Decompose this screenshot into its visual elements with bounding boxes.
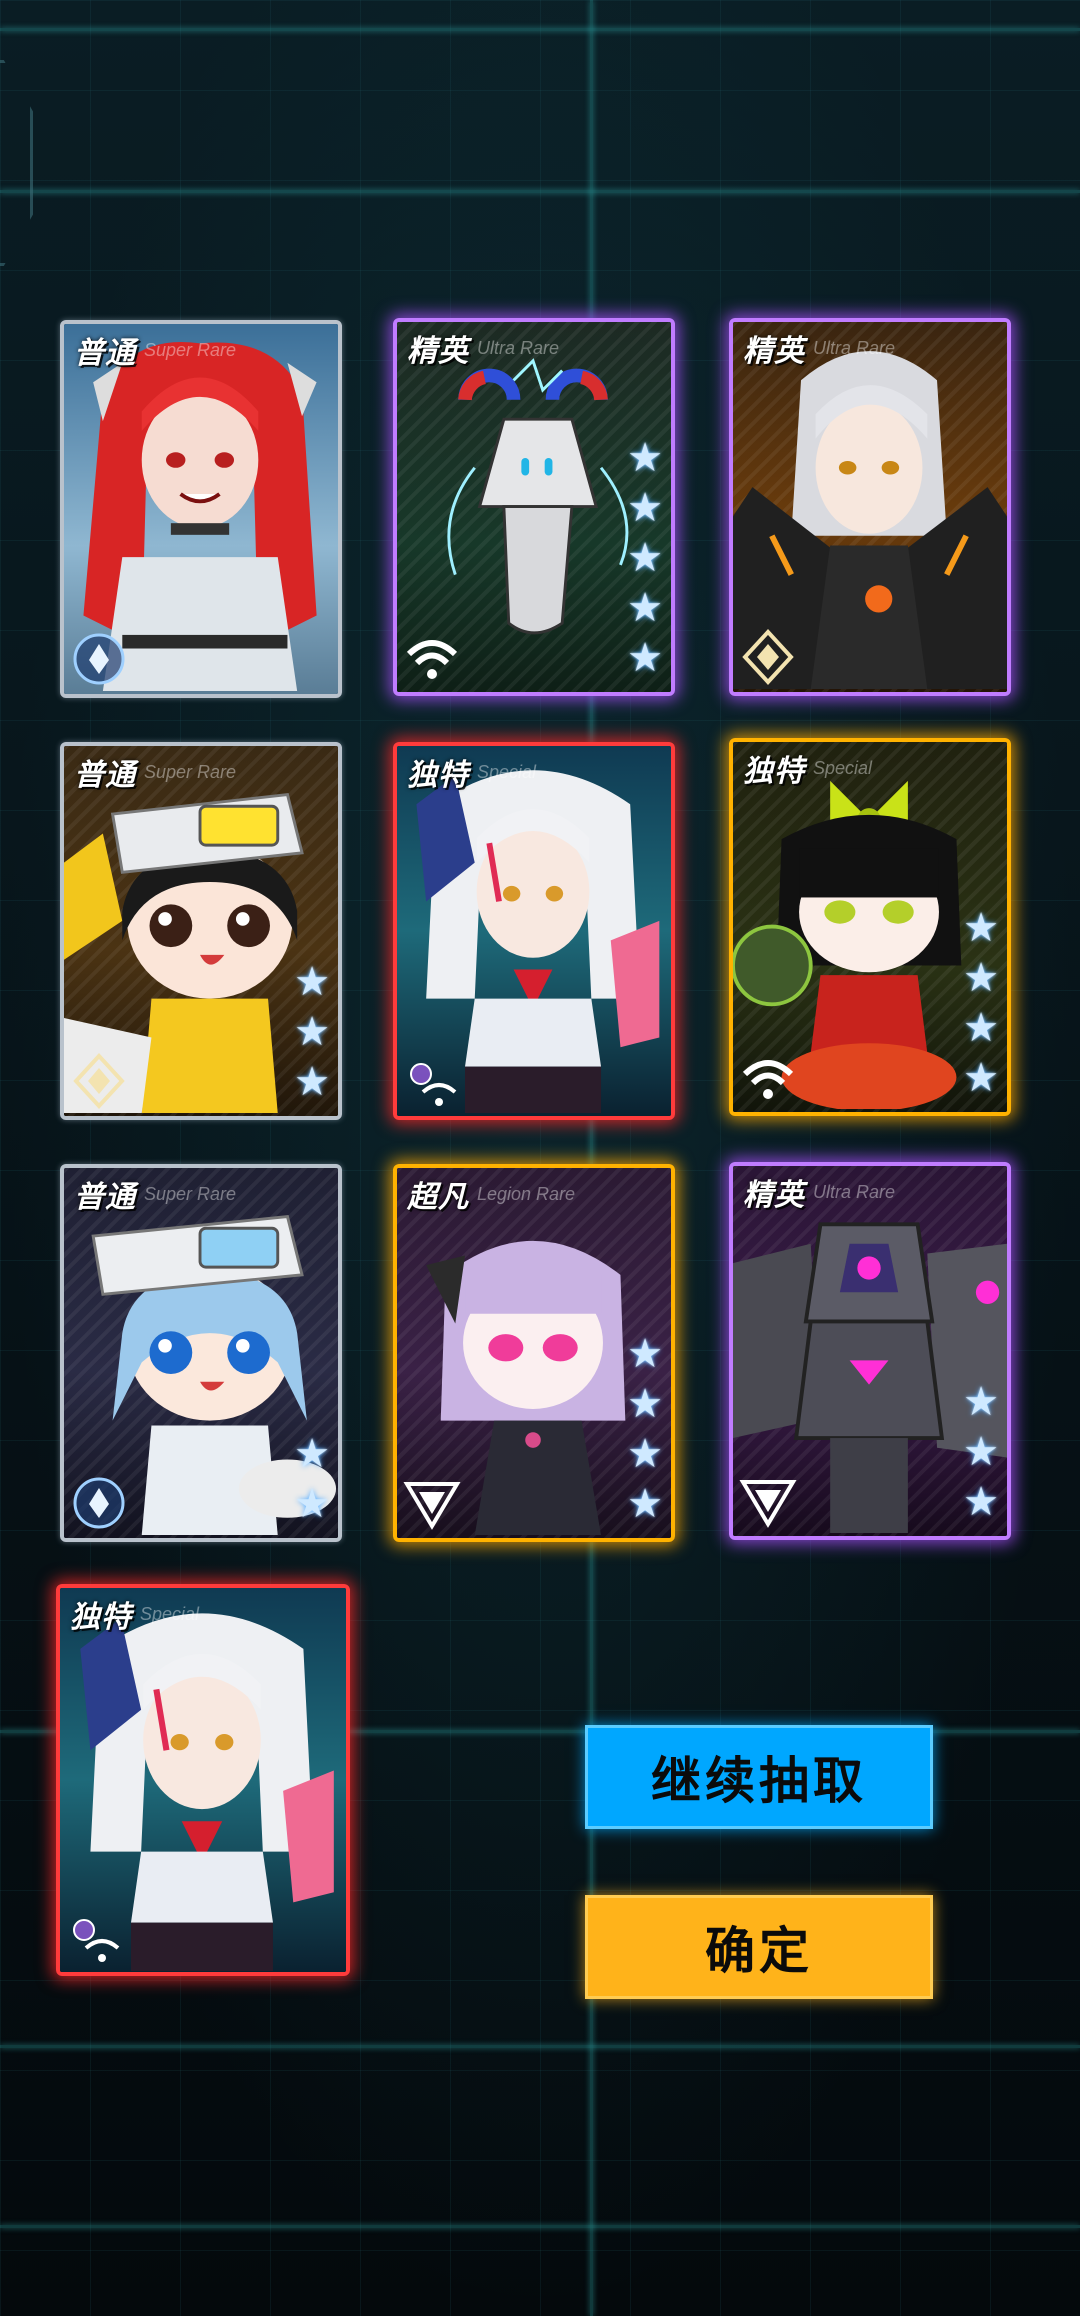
continue-draw-button[interactable]: 继续抽取 xyxy=(585,1725,933,1829)
signal-icon xyxy=(742,1060,794,1099)
star-icon: ★ xyxy=(963,1379,999,1425)
star-icon: ★ xyxy=(963,905,999,951)
star-icon: ★ xyxy=(627,1381,663,1427)
star-rating: ★ ★ xyxy=(294,1430,330,1528)
star-icon: ★ xyxy=(627,1331,663,1377)
rarity-subtitle: Super Rare xyxy=(144,762,237,782)
rarity-subtitle: Special xyxy=(140,1604,200,1624)
rarity-subtitle: Ultra Rare xyxy=(813,338,896,358)
grid-line xyxy=(0,28,1080,31)
rarity-subtitle: Ultra Rare xyxy=(813,1182,896,1202)
grid-line xyxy=(0,2225,1080,2228)
grid-line xyxy=(0,2045,1080,2048)
star-icon: ★ xyxy=(627,1431,663,1477)
triangle-icon xyxy=(403,1482,461,1530)
rarity-label: 精英 xyxy=(743,334,805,369)
result-card-1[interactable]: 普通 Super Rare xyxy=(60,320,342,698)
rarity-label: 普通 xyxy=(74,336,136,371)
result-card-4[interactable]: 普通 Super Rare ★ ★ ★ xyxy=(60,742,342,1120)
star-rating: ★ ★ ★ ★ ★ xyxy=(627,434,663,682)
signal-icon xyxy=(73,1919,120,1962)
star-icon: ★ xyxy=(963,1479,999,1525)
drop-icon xyxy=(73,1477,125,1529)
triangle-icon xyxy=(739,1480,797,1528)
star-icon: ★ xyxy=(627,535,663,581)
star-rating: ★ ★ ★ ★ xyxy=(627,1330,663,1528)
star-icon: ★ xyxy=(627,435,663,481)
rarity-label: 精英 xyxy=(743,1178,805,1213)
rarity-subtitle: Ultra Rare xyxy=(477,338,560,358)
rarity-label: 普通 xyxy=(74,758,136,793)
star-icon: ★ xyxy=(627,635,663,681)
star-rating: ★ ★ ★ ★ xyxy=(963,904,999,1102)
result-card-8[interactable]: 超凡 Legion Rare ★ ★ ★ ★ xyxy=(393,1164,675,1542)
rarity-label: 独特 xyxy=(743,754,805,789)
result-card-6[interactable]: 独特 Special ★ ★ ★ ★ xyxy=(729,738,1011,1116)
star-icon: ★ xyxy=(963,1005,999,1051)
grid-line xyxy=(0,190,1080,193)
rarity-label: 超凡 xyxy=(407,1180,469,1215)
result-card-3[interactable]: 精英 Ultra Rare xyxy=(729,318,1011,696)
drop-icon xyxy=(73,633,125,685)
star-icon: ★ xyxy=(627,1481,663,1527)
star-rating: ★ ★ ★ xyxy=(294,958,330,1106)
result-card-7[interactable]: 普通 Super Rare ★ ★ xyxy=(60,1164,342,1542)
diamond-icon xyxy=(742,629,794,685)
star-icon: ★ xyxy=(963,955,999,1001)
rarity-label: 普通 xyxy=(74,1180,136,1215)
star-icon: ★ xyxy=(627,485,663,531)
star-icon: ★ xyxy=(294,959,330,1005)
confirm-button[interactable]: 确定 xyxy=(585,1895,933,1999)
result-card-9[interactable]: 精英 Ultra Rare ★ ★ ★ xyxy=(729,1162,1011,1540)
star-icon: ★ xyxy=(294,1059,330,1105)
signal-icon xyxy=(410,1063,457,1106)
star-icon: ★ xyxy=(963,1055,999,1101)
rarity-label: 独特 xyxy=(70,1600,132,1635)
rarity-subtitle: Legion Rare xyxy=(477,1184,576,1204)
result-card-2[interactable]: 精英 Ultra Rare ★ ★ ★ ★ ★ xyxy=(393,318,675,696)
rarity-subtitle: Super Rare xyxy=(144,1184,237,1204)
star-icon: ★ xyxy=(294,1481,330,1527)
result-card-10[interactable]: 独特 Special xyxy=(56,1584,350,1976)
signal-icon xyxy=(406,640,458,679)
star-icon: ★ xyxy=(963,1429,999,1475)
rarity-subtitle: Special xyxy=(813,758,873,778)
star-rating: ★ ★ ★ xyxy=(963,1378,999,1526)
star-icon: ★ xyxy=(294,1009,330,1055)
diamond-icon xyxy=(73,1053,125,1109)
rarity-label: 独特 xyxy=(407,758,469,793)
rarity-subtitle: Super Rare xyxy=(144,340,237,360)
rarity-subtitle: Special xyxy=(477,762,537,782)
star-icon: ★ xyxy=(627,585,663,631)
result-card-5[interactable]: 独特 Special xyxy=(393,742,675,1120)
rarity-label: 精英 xyxy=(407,334,469,369)
star-icon: ★ xyxy=(294,1431,330,1477)
